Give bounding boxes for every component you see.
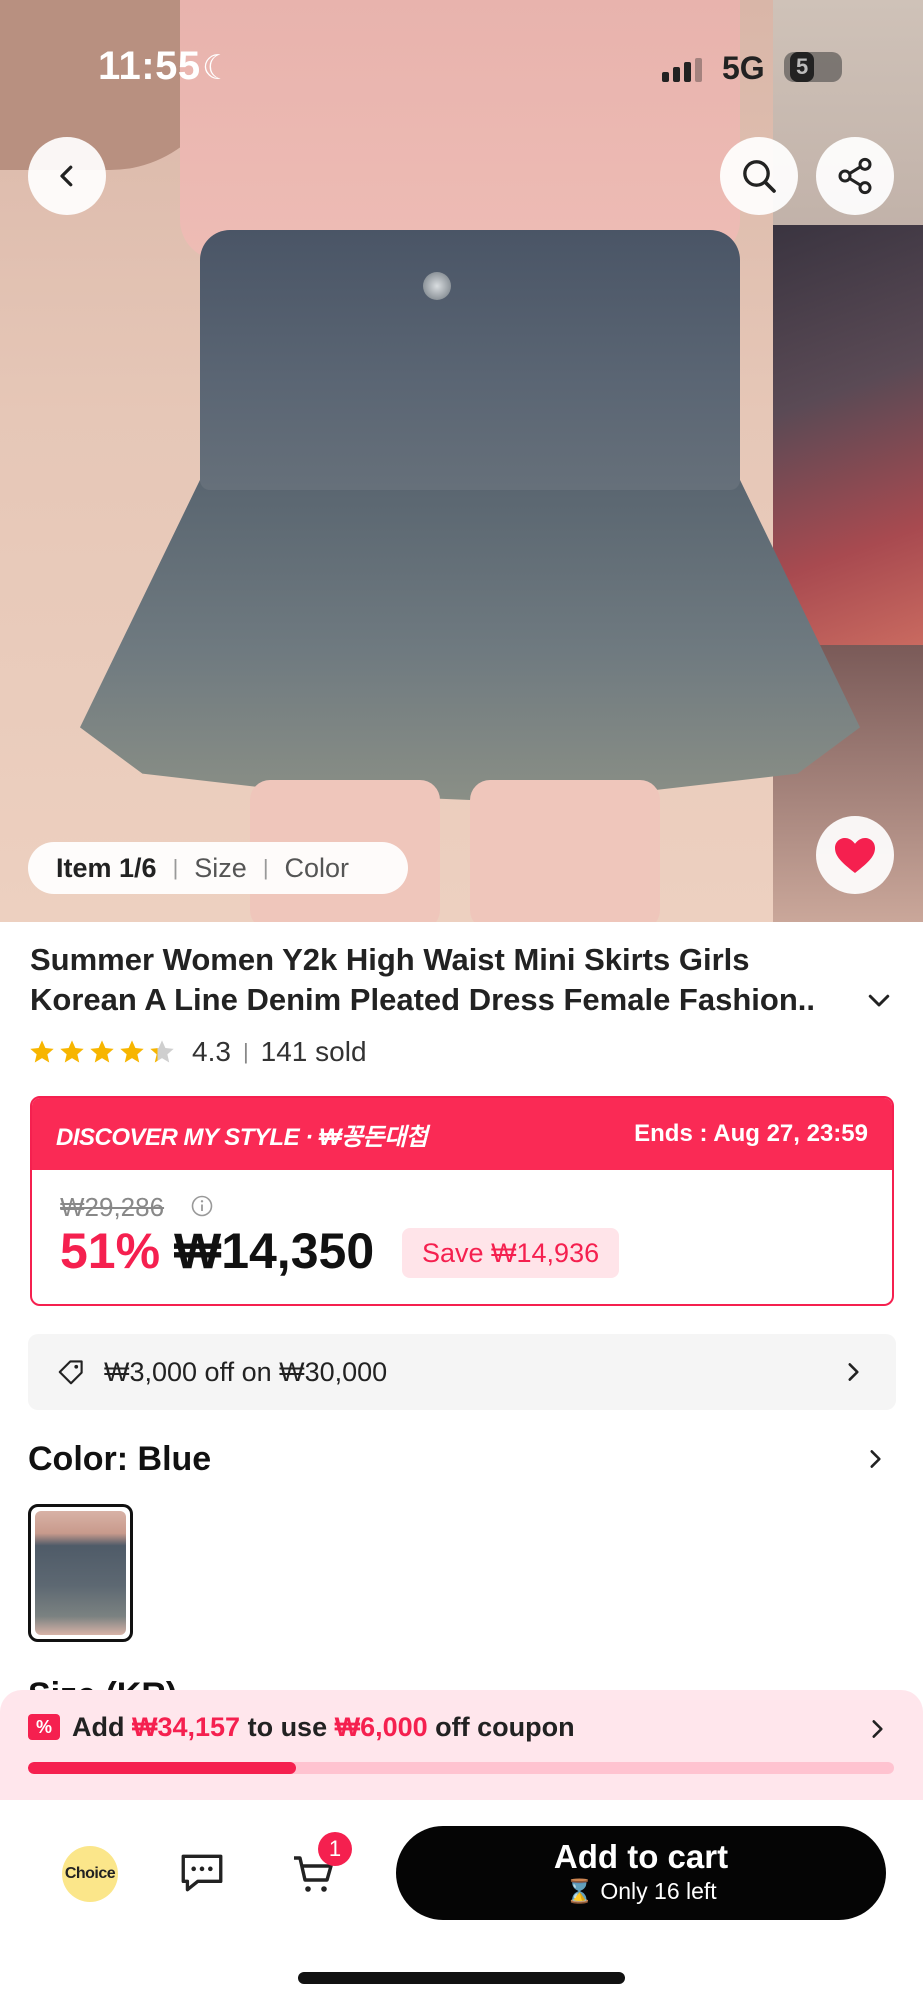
heart-icon: [835, 838, 875, 873]
info-icon[interactable]: [190, 1194, 214, 1223]
stock-note: ⌛ Only 16 left: [565, 1878, 717, 1904]
star-rating: [28, 1038, 176, 1066]
discount-percent: 51%: [60, 1223, 161, 1279]
moon-icon: ☾: [202, 49, 233, 87]
sold-count: 141 sold: [260, 1036, 367, 1067]
network-label: 5G: [722, 50, 765, 86]
signal-icon: [662, 58, 702, 82]
deal-banner[interactable]: DISCOVER MY STYLE · ₩꽁돈대첩 Ends : Aug 27,…: [32, 1098, 892, 1170]
chat-button[interactable]: [176, 1848, 228, 1903]
star-icon: [30, 1040, 54, 1063]
chat-icon: [181, 1854, 223, 1892]
coupon-progress-banner[interactable]: % Add ₩34,157 to use ₩6,000 off coupon: [0, 1690, 923, 1800]
promo-prefix: Add: [72, 1712, 132, 1742]
star-icon: [120, 1040, 144, 1063]
rating-value: 4.3: [192, 1036, 231, 1067]
search-icon: [743, 160, 776, 193]
product-title[interactable]: Summer Women Y2k High Waist Mini Skirts …: [30, 940, 870, 1020]
wishlist-button[interactable]: [816, 816, 894, 894]
chevron-right-icon: [870, 1450, 881, 1468]
share-icon: [838, 157, 872, 195]
size-label: Size (KR): [28, 1676, 177, 1690]
product-image[interactable]: [0, 0, 923, 922]
sale-price: ₩14,350: [174, 1223, 375, 1279]
promo-discount: ₩6,000: [334, 1712, 428, 1742]
star-icon: [90, 1040, 114, 1063]
battery-level: 5: [790, 52, 815, 82]
gallery-tabs: Item 1/6 | Size | Color: [28, 842, 408, 894]
product-title-line: Summer Women Y2k High Waist Mini Skirts …: [30, 942, 750, 977]
tab-color[interactable]: Color: [285, 853, 350, 884]
search-button[interactable]: [720, 137, 798, 215]
color-options-button[interactable]: [862, 1446, 888, 1477]
color-swatch-blue[interactable]: [28, 1504, 133, 1642]
color-label: Color: Blue: [28, 1440, 212, 1478]
promo-middle: to use: [240, 1712, 335, 1742]
divider: |: [172, 855, 179, 880]
back-button[interactable]: [28, 137, 106, 215]
coupon-progress-text: Add ₩34,157 to use ₩6,000 off coupon: [72, 1712, 575, 1743]
gallery-position[interactable]: Item 1/6: [56, 853, 157, 884]
expand-title-button[interactable]: [864, 985, 894, 1020]
savings-badge: Save ₩14,936: [402, 1228, 620, 1278]
background-poster: [773, 225, 923, 645]
share-button[interactable]: [816, 137, 894, 215]
star-icon: [60, 1040, 84, 1063]
chevron-left-icon: [60, 165, 73, 187]
promo-suffix: off coupon: [427, 1712, 575, 1742]
add-to-cart-button[interactable]: Add to cart ⌛ Only 16 left: [396, 1826, 886, 1920]
product-title-line: Korean A Line Denim Pleated Dress Female…: [30, 982, 815, 1017]
coupon-progress-bar: [28, 1762, 894, 1774]
choice-badge[interactable]: Choice: [62, 1846, 118, 1902]
rating-row[interactable]: 4.3 | 141 sold: [28, 1036, 367, 1068]
coupon-progress-fill: [28, 1762, 297, 1774]
chevron-right-icon: [848, 1363, 859, 1381]
deal-campaign: DISCOVER MY STYLE · ₩꽁돈대첩: [56, 1123, 428, 1151]
add-to-cart-label: Add to cart: [553, 1838, 729, 1875]
battery-icon: 5: [784, 52, 842, 82]
price-card: DISCOVER MY STYLE · ₩꽁돈대첩 Ends : Aug 27,…: [30, 1096, 894, 1306]
coupon-row[interactable]: ₩3,000 off on ₩30,000: [28, 1334, 896, 1410]
swatch-thumbnail: [35, 1511, 126, 1635]
half-star-icon: [150, 1040, 174, 1063]
skirt-pleats: [80, 470, 860, 800]
divider: |: [262, 855, 269, 880]
sweater: [180, 0, 740, 260]
skirt-button: [423, 272, 451, 300]
tab-size[interactable]: Size: [194, 853, 247, 884]
status-time: 11:55: [98, 44, 201, 88]
percent-icon: %: [28, 1714, 60, 1740]
chevron-right-icon: [872, 1720, 883, 1738]
chevron-down-icon: [868, 994, 890, 1007]
tag-icon: [58, 1360, 83, 1385]
leg: [470, 780, 660, 922]
home-indicator: [298, 1972, 625, 1984]
cart-count-badge: 1: [318, 1832, 352, 1866]
promo-amount: ₩34,157: [132, 1712, 241, 1742]
divider: |: [242, 1039, 249, 1064]
original-price: ₩29,286: [60, 1192, 165, 1222]
bottom-action-bar: Choice 1 Add to cart ⌛ Only 16 left: [0, 1800, 923, 2000]
coupon-text: ₩3,000 off on ₩30,000: [104, 1356, 388, 1387]
deal-countdown: Ends : Aug 27, 23:59: [634, 1120, 868, 1147]
skirt-waist: [200, 230, 740, 490]
